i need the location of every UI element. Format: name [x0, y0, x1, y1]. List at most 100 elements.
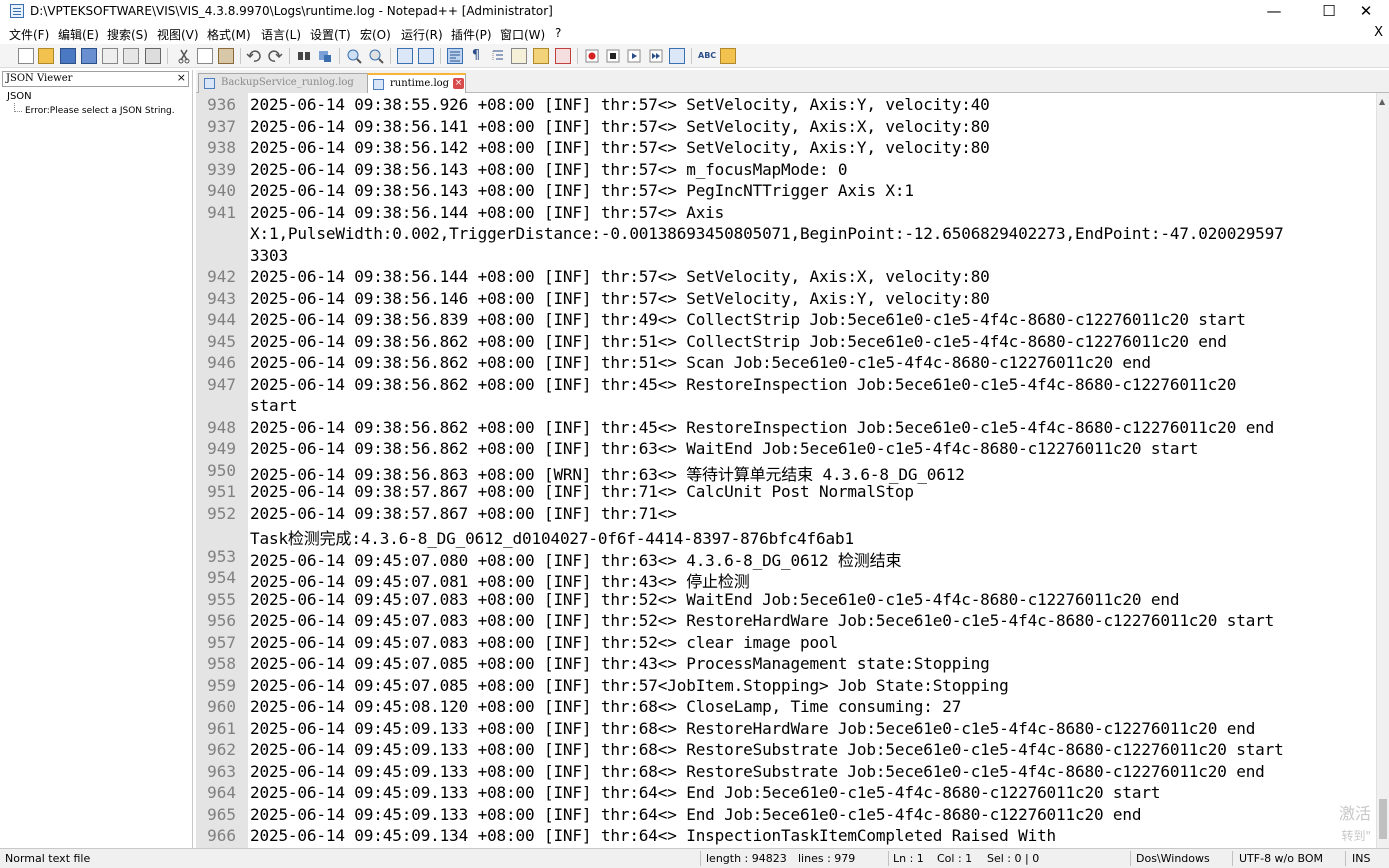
line-text: 2025-06-14 09:38:56.862 +08:00 [INF] thr… — [250, 439, 1199, 458]
status-separator — [888, 851, 889, 866]
menu-help[interactable]: ? — [555, 26, 561, 40]
save-macro-icon[interactable] — [669, 48, 685, 64]
menu-view[interactable]: 视图(V) — [157, 26, 199, 43]
vertical-scrollbar[interactable]: ▲ — [1376, 93, 1389, 848]
folder-workspace-icon[interactable] — [533, 48, 549, 64]
line-number: 961 — [207, 718, 236, 738]
status-encoding[interactable]: UTF-8 w/o BOM — [1239, 852, 1323, 865]
menu-run[interactable]: 运行(R) — [401, 26, 443, 43]
line-text: 2025-06-14 09:45:09.133 +08:00 [INF] thr… — [250, 740, 1284, 759]
show-all-chars-icon[interactable]: ¶ — [468, 48, 484, 64]
cut-icon[interactable] — [176, 48, 192, 64]
line-text: 2025-06-14 09:38:56.862 +08:00 [INF] thr… — [250, 331, 1227, 351]
status-length: length : 94823 — [706, 852, 787, 865]
close-all-icon[interactable] — [123, 48, 139, 64]
print-icon[interactable] — [145, 48, 161, 64]
line-text: 2025-06-14 09:45:09.133 +08:00 [INF] thr… — [250, 761, 1265, 781]
tab-runtime-log[interactable]: runtime.log × — [367, 73, 466, 94]
tab-backupservice-runlog[interactable]: BackupService_runlog.log — [198, 73, 368, 93]
close-window-button[interactable]: ✕ — [1343, 0, 1389, 24]
menu-format[interactable]: 格式(M) — [207, 26, 251, 43]
status-selection: Sel : 0 | 0 — [987, 852, 1040, 865]
plugin-icon[interactable] — [720, 48, 736, 64]
text-editor[interactable]: 936 2025-06-14 09:38:55.926 +08:00 [INF] … — [196, 93, 1389, 848]
line-number: 940 — [207, 181, 236, 200]
sync-horizontal-icon[interactable] — [418, 48, 434, 64]
line-text: 2025-06-14 09:45:09.134 +08:00 [INF] thr… — [250, 826, 1057, 845]
line-text: 2025-06-14 09:38:56.146 +08:00 [INF] thr… — [250, 288, 990, 308]
spell-check-icon[interactable]: ABC — [698, 48, 716, 64]
line-number: 936 — [207, 95, 236, 114]
menu-macro[interactable]: 宏(O) — [360, 26, 391, 43]
line-number: 957 — [207, 632, 236, 652]
function-list-icon[interactable] — [555, 48, 571, 64]
stop-macro-icon[interactable] — [605, 48, 621, 64]
line-number: 944 — [207, 310, 236, 329]
menu-file[interactable]: 文件(F) — [9, 26, 49, 43]
zoom-in-icon[interactable] — [346, 48, 362, 64]
line-text: 2025-06-14 09:45:07.085 +08:00 [INF] thr… — [250, 654, 990, 673]
replace-icon[interactable] — [317, 48, 333, 64]
scroll-thumb[interactable] — [1379, 799, 1387, 839]
line-text: 2025-06-14 09:38:56.143 +08:00 [INF] thr… — [250, 159, 848, 179]
menu-settings[interactable]: 设置(T) — [310, 26, 351, 43]
undo-icon[interactable] — [246, 48, 262, 64]
line-text: X:1,PulseWidth:0.002,TriggerDistance:-0.… — [250, 224, 1284, 243]
line-text: 2025-06-14 09:45:09.133 +08:00 [INF] thr… — [250, 718, 1256, 738]
run-macro-multiple-icon[interactable] — [648, 48, 664, 64]
save-all-icon[interactable] — [81, 48, 97, 64]
scroll-up-arrow-icon[interactable]: ▲ — [1379, 97, 1385, 106]
file-icon — [204, 78, 215, 89]
status-line-number: Ln : 1 — [893, 852, 924, 865]
json-tree-root[interactable]: JSON — [7, 91, 32, 102]
line-number: 947 — [207, 374, 236, 394]
save-icon[interactable] — [60, 48, 76, 64]
menu-edit[interactable]: 编辑(E) — [58, 26, 99, 43]
line-number: 938 — [207, 138, 236, 157]
file-icon — [373, 79, 384, 90]
menu-plugins[interactable]: 插件(P) — [451, 26, 492, 43]
status-eol-format[interactable]: Dos\Windows — [1136, 852, 1210, 865]
toolbar-separator — [691, 48, 692, 64]
sync-vertical-icon[interactable] — [397, 48, 413, 64]
find-icon[interactable] — [296, 48, 312, 64]
new-file-icon[interactable] — [18, 48, 34, 64]
copy-icon[interactable] — [197, 48, 213, 64]
indent-guide-icon[interactable] — [490, 48, 506, 64]
line-number: 943 — [207, 288, 236, 308]
doc-map-icon[interactable] — [511, 48, 527, 64]
line-text: start — [250, 396, 298, 415]
minimize-button[interactable]: — — [1251, 0, 1297, 24]
status-lines: lines : 979 — [798, 852, 856, 865]
line-text: 2025-06-14 09:38:56.862 +08:00 [INF] thr… — [250, 353, 1151, 372]
redo-icon[interactable] — [267, 48, 283, 64]
menu-search[interactable]: 搜索(S) — [107, 26, 148, 43]
word-wrap-icon[interactable] — [447, 48, 463, 64]
tab-close-icon[interactable]: × — [453, 78, 464, 89]
window-title: D:\VPTEKSOFTWARE\VIS\VIS_4.3.8.9970\Logs… — [30, 4, 553, 18]
toolbar-separator — [440, 48, 441, 64]
menu-window[interactable]: 窗口(W) — [500, 26, 545, 43]
record-macro-icon[interactable] — [584, 48, 600, 64]
line-number: 948 — [207, 417, 236, 437]
line-text: 2025-06-14 09:38:56.141 +08:00 [INF] thr… — [250, 116, 990, 136]
status-insert-mode[interactable]: INS — [1352, 852, 1370, 865]
paste-icon[interactable] — [218, 48, 234, 64]
toolbar-separator — [240, 48, 241, 64]
toolbar: ¶ ABC — [0, 44, 1389, 68]
line-number: 946 — [207, 353, 236, 372]
zoom-out-icon[interactable] — [368, 48, 384, 64]
close-file-icon[interactable] — [102, 48, 118, 64]
menu-language[interactable]: 语言(L) — [261, 26, 301, 43]
line-text: 2025-06-14 09:45:07.083 +08:00 [INF] thr… — [250, 589, 1180, 609]
open-folder-icon[interactable] — [38, 48, 54, 64]
line-text: 2025-06-14 09:38:56.143 +08:00 [INF] thr… — [250, 181, 914, 200]
play-macro-icon[interactable] — [626, 48, 642, 64]
line-text: 2025-06-14 09:38:56.839 +08:00 [INF] thr… — [250, 310, 1246, 329]
close-document-x[interactable]: X — [1374, 25, 1383, 40]
json-viewer-close-button[interactable]: × — [177, 71, 186, 84]
json-tree-error-node[interactable]: Error:Please select a JSON String. — [25, 106, 175, 116]
toolbar-separator — [577, 48, 578, 64]
line-text: 2025-06-14 09:45:07.080 +08:00 [INF] thr… — [250, 550, 902, 570]
line-number: 945 — [207, 331, 236, 351]
